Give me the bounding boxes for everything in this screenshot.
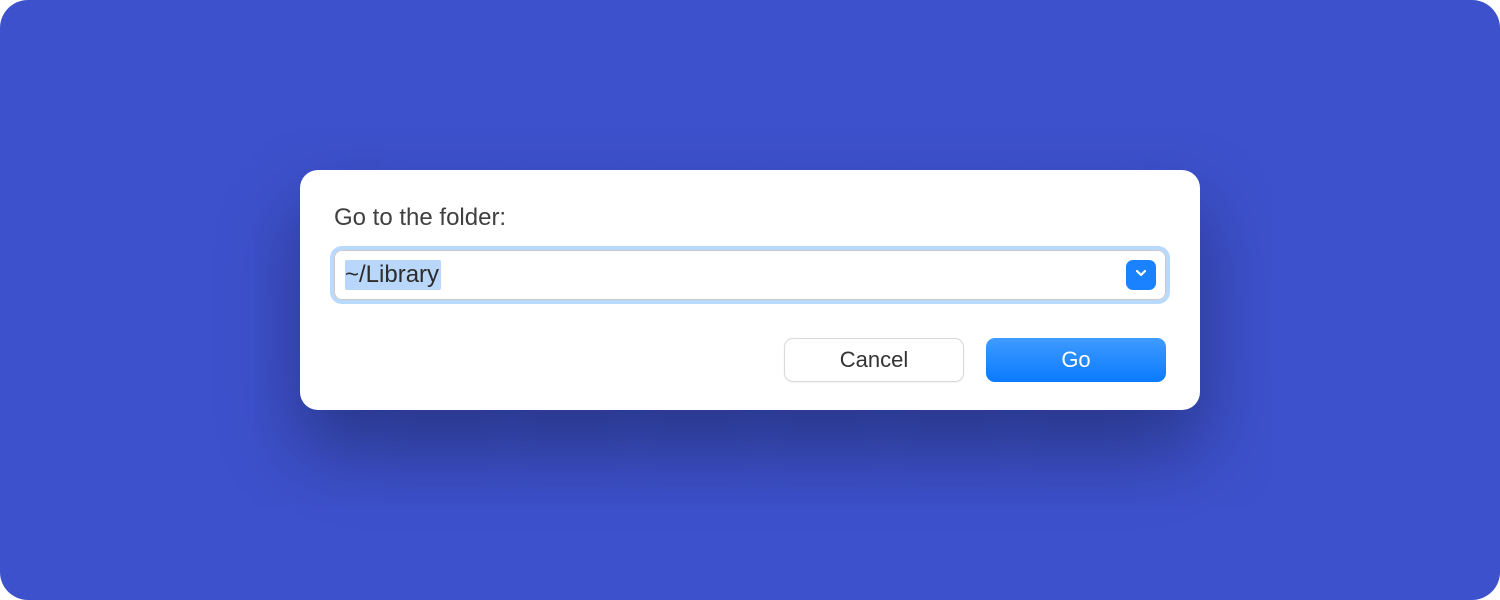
dialog-button-row: Cancel Go: [334, 338, 1166, 382]
dropdown-button[interactable]: [1126, 260, 1156, 290]
go-button[interactable]: Go: [986, 338, 1166, 382]
folder-path-combobox[interactable]: ~/Library: [334, 250, 1166, 300]
backdrop: Go to the folder: ~/Library Cancel Go: [0, 0, 1500, 600]
go-to-folder-dialog: Go to the folder: ~/Library Cancel Go: [300, 170, 1200, 410]
dialog-label: Go to the folder:: [334, 204, 1166, 232]
cancel-button[interactable]: Cancel: [784, 338, 964, 382]
chevron-down-icon: [1133, 265, 1149, 286]
folder-path-value[interactable]: ~/Library: [345, 260, 441, 291]
